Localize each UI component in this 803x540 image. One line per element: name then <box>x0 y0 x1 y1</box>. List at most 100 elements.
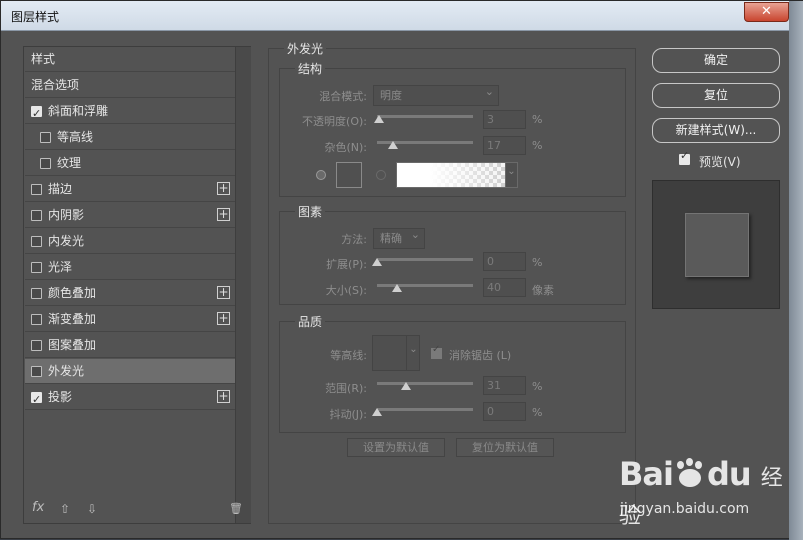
style-item-checkbox[interactable] <box>31 236 42 247</box>
opacity-slider[interactable] <box>377 115 473 118</box>
move-up-icon[interactable]: ⇧ <box>60 502 70 516</box>
close-button[interactable]: ✕ <box>744 2 789 22</box>
add-effect-icon[interactable]: + <box>217 390 230 403</box>
style-item-checkbox[interactable] <box>31 387 42 412</box>
style-item[interactable]: 投影 + <box>25 385 235 412</box>
spread-slider[interactable] <box>377 258 473 261</box>
glow-color-swatch[interactable] <box>336 162 362 188</box>
trash-icon[interactable]: 🗑 <box>229 502 243 515</box>
style-item-label: 斜面和浮雕 <box>48 104 109 118</box>
background-desktop <box>789 1 803 540</box>
reset-button[interactable]: 复位 <box>652 83 780 108</box>
add-effect-icon[interactable]: + <box>217 208 230 221</box>
opacity-unit: % <box>532 113 543 126</box>
move-down-icon[interactable]: ⇩ <box>87 502 97 516</box>
range-slider-thumb[interactable] <box>401 382 411 390</box>
blend-mode-label: 混合模式: <box>319 90 367 103</box>
jitter-label: 抖动(J): <box>329 408 367 421</box>
style-item-label: 等高线 <box>57 130 94 144</box>
outer-glow-title: 外发光 <box>284 40 327 57</box>
style-item[interactable]: 样式 <box>25 47 235 72</box>
style-item[interactable]: 纹理 <box>25 151 235 176</box>
style-item-label: 混合选项 <box>31 78 80 92</box>
jitter-unit: % <box>532 406 543 419</box>
style-item[interactable]: 内发光 <box>25 229 235 254</box>
style-item[interactable]: 外发光 <box>25 359 235 384</box>
style-item-checkbox[interactable] <box>31 366 42 377</box>
style-item-label: 外发光 <box>48 364 85 378</box>
styles-list-scrollbar[interactable] <box>235 47 251 523</box>
reset-default-button[interactable]: 复位为默认值 <box>456 438 554 457</box>
size-slider-thumb[interactable] <box>392 284 402 292</box>
add-effect-icon[interactable]: + <box>217 182 230 195</box>
contour-dropdown-icon[interactable]: ⌄ <box>406 335 420 371</box>
ok-button[interactable]: 确定 <box>652 48 780 73</box>
title-bar: 图层样式 ✕ <box>1 1 803 31</box>
style-item-checkbox[interactable] <box>40 158 51 169</box>
new-style-button[interactable]: 新建样式(W)... <box>652 118 780 143</box>
gradient-radio[interactable] <box>376 170 386 180</box>
style-item-label: 内发光 <box>48 234 85 248</box>
spread-label: 扩展(P): <box>326 258 367 271</box>
opacity-input[interactable]: 3 <box>483 110 526 129</box>
noise-slider-thumb[interactable] <box>388 141 398 149</box>
size-label: 大小(S): <box>325 284 367 297</box>
style-item[interactable]: 光泽 <box>25 255 235 280</box>
style-item-checkbox[interactable] <box>40 132 51 143</box>
dialog-title: 图层样式 <box>11 10 60 24</box>
structure-title: 结构 <box>295 60 326 77</box>
styles-list-panel: 样式混合选项斜面和浮雕等高线纹理描边 + 内阴影 + 内发光光泽颜色叠加 + 渐变叠加 + 图案… <box>23 46 251 524</box>
style-item-checkbox[interactable] <box>31 262 42 273</box>
spread-slider-thumb[interactable] <box>372 258 382 266</box>
noise-label: 杂色(N): <box>324 141 367 154</box>
quality-title: 品质 <box>295 313 326 330</box>
preview-checkbox[interactable] <box>679 149 690 165</box>
jitter-slider[interactable] <box>377 408 473 411</box>
watermark-logo: Bai du 经验 <box>619 455 789 531</box>
style-item[interactable]: 斜面和浮雕 <box>25 99 235 126</box>
preview-thumbnail <box>652 180 780 309</box>
style-item-label: 光泽 <box>48 260 73 274</box>
opacity-slider-thumb[interactable] <box>374 115 384 123</box>
set-default-button[interactable]: 设置为默认值 <box>347 438 445 457</box>
style-item[interactable]: 颜色叠加 + <box>25 281 235 306</box>
method-label: 方法: <box>341 233 367 246</box>
style-item-checkbox[interactable] <box>31 288 42 299</box>
preview-label: 预览(V) <box>699 155 741 169</box>
range-unit: % <box>532 380 543 393</box>
gradient-swatch[interactable] <box>396 162 506 188</box>
noise-input[interactable]: 17 <box>483 136 526 155</box>
style-item[interactable]: 渐变叠加 + <box>25 307 235 332</box>
blend-mode-select[interactable]: 明度 <box>373 82 499 106</box>
range-input[interactable]: 31 <box>483 376 526 395</box>
style-item-checkbox[interactable] <box>31 184 42 195</box>
antialias-label: 消除锯齿 (L) <box>449 349 512 362</box>
style-item[interactable]: 描边 + <box>25 177 235 202</box>
style-item[interactable]: 混合选项 <box>25 73 235 98</box>
jitter-input[interactable]: 0 <box>483 402 526 421</box>
antialias-checkbox[interactable]: ✓ <box>431 344 442 359</box>
style-item[interactable]: 内阴影 + <box>25 203 235 228</box>
color-radio[interactable] <box>316 170 326 180</box>
spread-input[interactable]: 0 <box>483 252 526 271</box>
spread-unit: % <box>532 256 543 269</box>
style-item-checkbox[interactable] <box>31 340 42 351</box>
style-item-checkbox[interactable] <box>31 101 42 126</box>
gradient-dropdown-icon[interactable]: ⌄ <box>505 162 518 188</box>
jitter-slider-thumb[interactable] <box>372 408 382 416</box>
style-item-label: 颜色叠加 <box>48 286 97 300</box>
add-effect-icon[interactable]: + <box>217 312 230 325</box>
method-select[interactable]: 精确 <box>373 225 425 249</box>
style-item-label: 纹理 <box>57 156 82 170</box>
elements-title: 图素 <box>295 203 326 220</box>
style-item-checkbox[interactable] <box>31 210 42 221</box>
baidu-watermark: Bai du 经验 jingyan.baidu.com <box>619 449 789 529</box>
style-item-label: 样式 <box>31 52 56 66</box>
range-slider[interactable] <box>377 382 473 385</box>
style-item[interactable]: 等高线 <box>25 125 235 150</box>
size-input[interactable]: 40 <box>483 278 526 297</box>
fx-icon[interactable]: fx <box>32 500 44 515</box>
add-effect-icon[interactable]: + <box>217 286 230 299</box>
style-item[interactable]: 图案叠加 <box>25 333 235 358</box>
style-item-checkbox[interactable] <box>31 314 42 325</box>
